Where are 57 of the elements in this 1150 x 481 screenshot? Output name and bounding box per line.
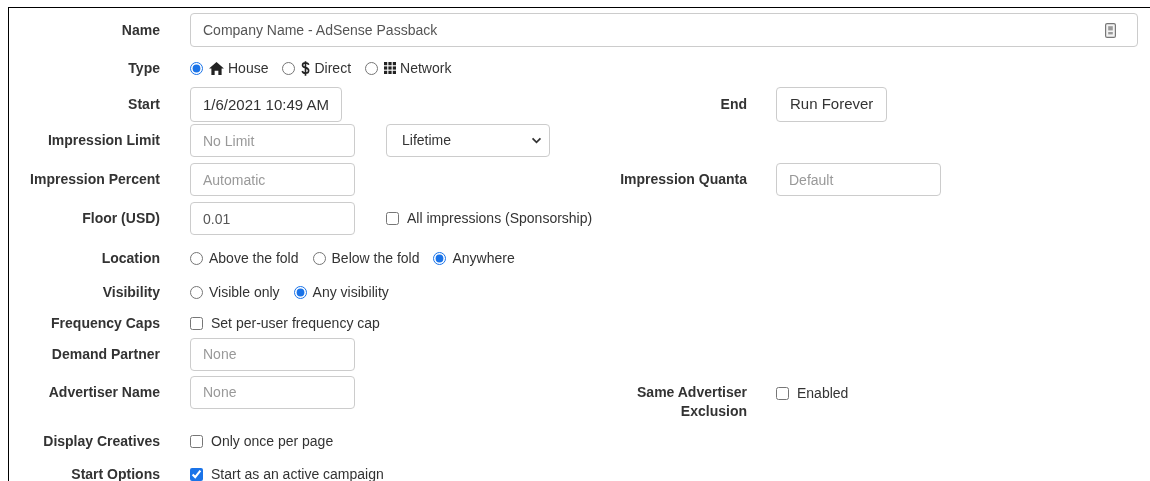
- radio-button[interactable]: [282, 61, 296, 75]
- run-forever-button[interactable]: Run Forever: [776, 86, 888, 122]
- date-time-field[interactable]: 1/6/2021 10:49 AM: [190, 86, 342, 122]
- chevron-down-icon: [531, 137, 542, 144]
- input-field[interactable]: None: [190, 337, 355, 371]
- input-field[interactable]: 0.01: [190, 202, 355, 235]
- radio-button[interactable]: [190, 61, 203, 75]
- field-label: Display Creatives: [42, 431, 160, 451]
- checkbox-label[interactable]: Only once per page: [211, 430, 334, 452]
- radio-button[interactable]: [190, 285, 203, 299]
- radio-label[interactable]: Below the fold: [331, 247, 420, 269]
- checkbox[interactable]: [190, 467, 203, 481]
- radio-label[interactable]: Visible only: [209, 281, 280, 303]
- input-field[interactable]: None: [190, 375, 355, 409]
- radio-button[interactable]: [365, 61, 379, 75]
- radio-button[interactable]: [312, 251, 326, 265]
- checkbox-label[interactable]: Start as an active campaign: [211, 463, 384, 481]
- field-label: Floor (USD): [81, 209, 160, 228]
- radio-label[interactable]: Above the fold: [209, 247, 299, 269]
- radio-button[interactable]: [433, 251, 447, 265]
- lifetime-dropdown[interactable]: Lifetime: [386, 124, 550, 157]
- checkbox[interactable]: [190, 316, 203, 330]
- field-label: Impression Limit: [46, 131, 160, 150]
- checkbox[interactable]: [776, 387, 789, 400]
- field-label: Type: [127, 58, 160, 78]
- field-label: Frequency Caps: [50, 313, 160, 333]
- checkbox[interactable]: [190, 434, 203, 448]
- house-icon: [209, 61, 224, 75]
- radio-label[interactable]: Anywhere: [452, 247, 515, 269]
- checkbox-label[interactable]: Set per-user frequency cap: [211, 312, 380, 334]
- name-field[interactable]: Company Name - AdSense Passback: [190, 13, 1138, 47]
- radio-button[interactable]: [293, 285, 307, 299]
- field-label: Advertiser Name: [47, 382, 160, 402]
- field-label: Name: [120, 20, 160, 40]
- radio-label[interactable]: Direct: [314, 57, 352, 79]
- field-label: Impression Quanta: [619, 170, 747, 189]
- radio-label[interactable]: Any visibility: [312, 281, 389, 303]
- input-field[interactable]: Automatic: [190, 163, 355, 196]
- field-label: Location: [100, 248, 160, 268]
- small-card-icon: [1105, 23, 1116, 38]
- checkbox-label[interactable]: Enabled: [797, 383, 849, 404]
- field-label: Same Advertiser Exclusion: [636, 383, 747, 421]
- field-label: Start Options: [70, 464, 160, 481]
- checkbox-label[interactable]: All impressions (Sponsorship): [407, 208, 593, 229]
- input-field[interactable]: No Limit: [190, 124, 355, 157]
- radio-label[interactable]: Network: [400, 57, 452, 79]
- field-label: Start: [127, 94, 160, 114]
- field-label: Demand Partner: [50, 344, 160, 364]
- field-label: End: [719, 94, 747, 114]
- checkbox[interactable]: [386, 212, 399, 225]
- field-label: Impression Percent: [29, 170, 160, 189]
- grid-icon: [384, 62, 397, 74]
- dollar-icon: [301, 60, 311, 76]
- input-field[interactable]: Default: [776, 163, 941, 196]
- field-label: Visibility: [101, 282, 160, 302]
- radio-button[interactable]: [190, 251, 203, 265]
- radio-label[interactable]: House: [228, 57, 269, 79]
